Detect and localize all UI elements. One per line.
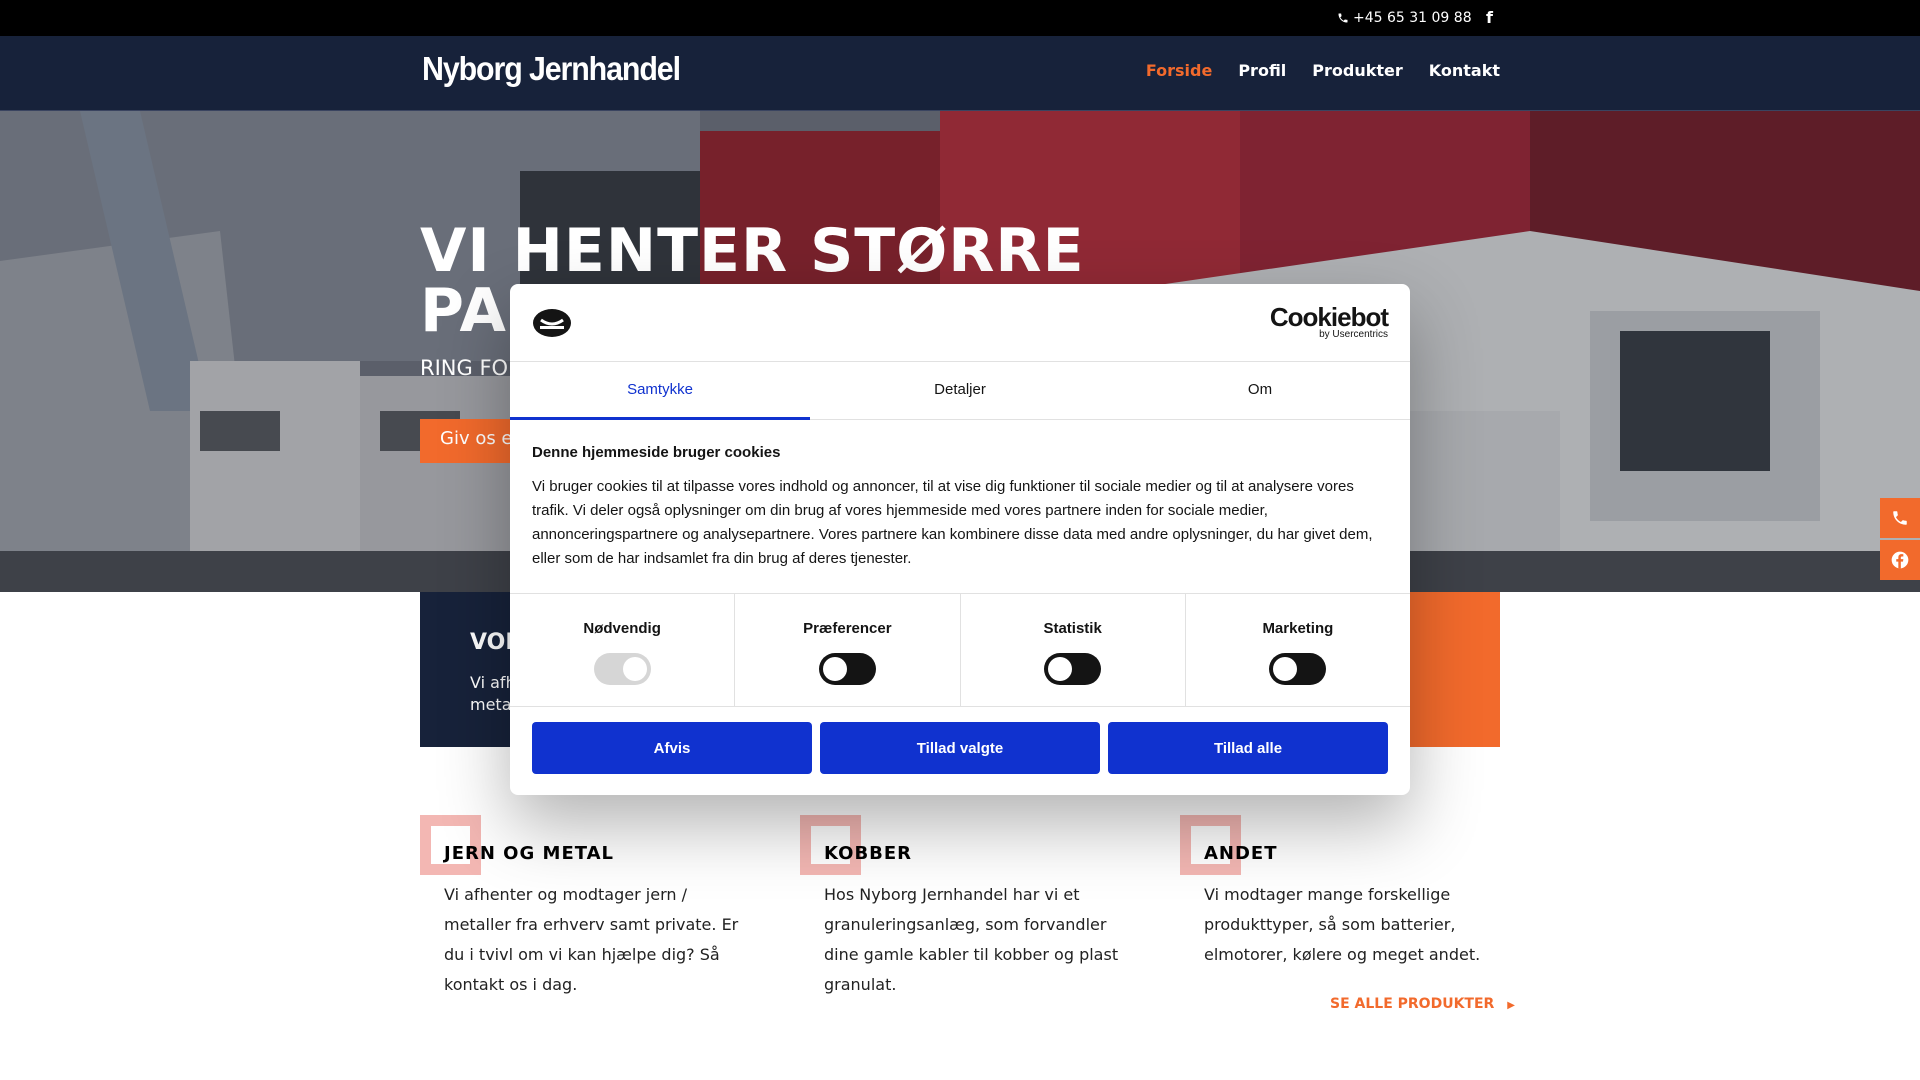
top-phone-number: +45 65 31 09 88 [1353,10,1472,26]
nav-item-forside[interactable]: Forside [1146,61,1212,80]
cookie-consent-dialog: Cookiebot by Usercentrics Samtykke Detal… [510,284,1410,795]
hero-subtitle: RING FO [420,356,509,380]
facebook-icon: f [1486,8,1493,27]
feature-title: JERN OG METAL [444,843,615,864]
top-phone[interactable]: +45 65 31 09 88 [1337,10,1472,26]
feature-text: Hos Nyborg Jernhandel har vi et granuler… [824,885,1119,994]
toggle-praeferencer[interactable] [818,653,876,685]
site-logo[interactable]: Nyborg Jernhandel [422,50,681,88]
nav-item-profil[interactable]: Profil [1238,61,1286,80]
category-noedvendig: Nødvendig [510,594,736,706]
allow-selected-button[interactable]: Tillad valgte [820,722,1100,774]
tab-samtykke[interactable]: Samtykke [510,362,810,420]
category-label: Præferencer [803,620,892,637]
nav-item-produkter[interactable]: Produkter [1312,61,1402,80]
category-label: Statistik [1043,620,1102,637]
site-header: Nyborg Jernhandel Forside Profil Produkt… [0,36,1920,111]
toggle-statistik[interactable] [1044,653,1102,685]
phone-icon [1338,13,1348,23]
phone-icon [1893,511,1907,525]
allow-all-button[interactable]: Tillad alle [1108,722,1388,774]
top-facebook-link[interactable]: f [1486,8,1493,27]
feature-text: Vi afhenter og modtager jern / metaller … [444,885,739,994]
category-label: Nødvendig [583,620,661,637]
main-nav: Forside Profil Produkter Kontakt [1146,61,1500,80]
see-all-label: SE ALLE PRODUKTER [1330,996,1495,1012]
decline-button[interactable]: Afvis [532,722,812,774]
feature-title: KOBBER [824,843,913,864]
cookie-dialog-header: Cookiebot by Usercentrics [510,284,1410,362]
caret-right-icon: ▶ [1507,1000,1515,1011]
category-label: Marketing [1262,620,1334,637]
feature-text: Vi modtager mange forskellige produkttyp… [1204,885,1481,964]
side-facebook-button[interactable] [1880,540,1920,580]
feature-title: ANDET [1204,843,1278,864]
cookie-categories: Nødvendig Præferencer Statistik Marketin… [510,593,1410,707]
cookiebot-brand[interactable]: Cookiebot by Usercentrics [1269,302,1389,340]
cookiebot-wordmark: Cookiebot [1269,302,1389,332]
cookie-logo-icon [533,309,571,337]
cookie-buttons: Afvis Tillad valgte Tillad alle [532,722,1388,774]
category-statistik: Statistik [961,594,1186,706]
nav-item-kontakt[interactable]: Kontakt [1429,61,1500,80]
see-all-products-link[interactable]: SE ALLE PRODUKTER ▶ [1330,996,1515,1012]
toggle-noedvendig [593,653,651,685]
cookie-tabs: Samtykke Detaljer Om [510,362,1410,420]
orange-block [1400,592,1500,747]
tab-om[interactable]: Om [1110,362,1410,419]
cookie-description: Vi bruger cookies til at tilpasse vores … [532,478,1373,567]
page: +45 65 31 09 88 f Nyborg Jernhandel Fors… [0,0,1920,1080]
category-marketing: Marketing [1186,594,1410,706]
category-praeferencer: Præferencer [735,594,961,706]
cookie-heading: Denne hjemmeside bruger cookies [532,444,781,461]
facebook-icon [1891,551,1909,569]
top-bar: +45 65 31 09 88 f [0,0,1920,36]
toggle-marketing[interactable] [1269,653,1327,685]
side-phone-button[interactable] [1880,498,1920,538]
cookie-body: Denne hjemmeside bruger cookies Vi bruge… [532,444,1388,571]
tab-detaljer[interactable]: Detaljer [810,362,1110,419]
